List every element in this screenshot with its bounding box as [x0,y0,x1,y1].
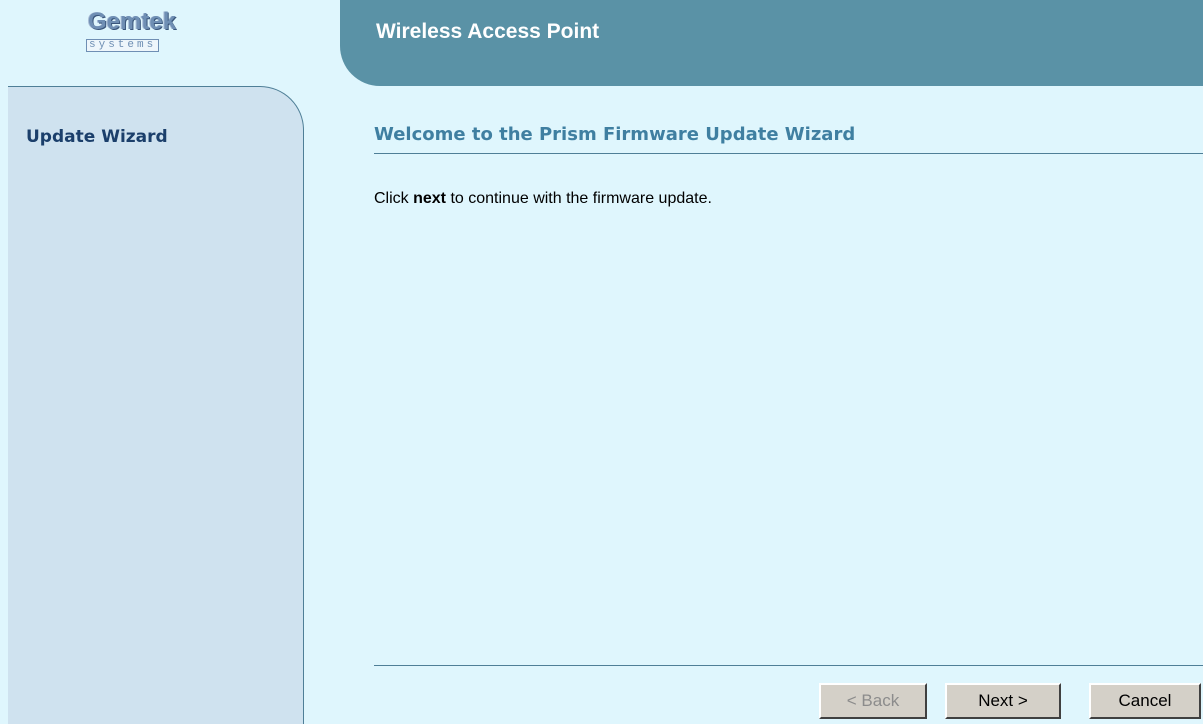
wizard-page: Gemtek systems Wireless Access Point Upd… [0,0,1203,724]
wizard-heading-text: Welcome to the Prism Firmware Update Wiz… [374,124,856,145]
back-button[interactable]: < Back [819,683,927,719]
logo-brand: Gemtek [88,8,177,35]
next-button[interactable]: Next > [945,683,1061,719]
sidebar-item-update-wizard[interactable]: Update Wizard [26,127,168,147]
cancel-button[interactable]: Cancel [1089,683,1201,719]
instruction-next-keyword: next [413,190,447,207]
footer-divider [374,665,1203,666]
page-title: Wireless Access Point [376,20,600,43]
logo-tagline: systems [86,39,160,52]
wizard-heading: Welcome to the Prism Firmware Update Wiz… [374,124,1203,154]
instruction-prefix: Click [374,190,414,207]
gemtek-logo: Gemtek systems [76,10,236,70]
header-bar: Wireless Access Point [340,0,1203,86]
sidebar: Update Wizard [8,86,304,724]
instruction-suffix: to continue with the firmware update. [446,190,712,207]
logo-area: Gemtek systems [8,0,340,86]
wizard-instructions: Click next to continue with the firmware… [374,190,712,208]
